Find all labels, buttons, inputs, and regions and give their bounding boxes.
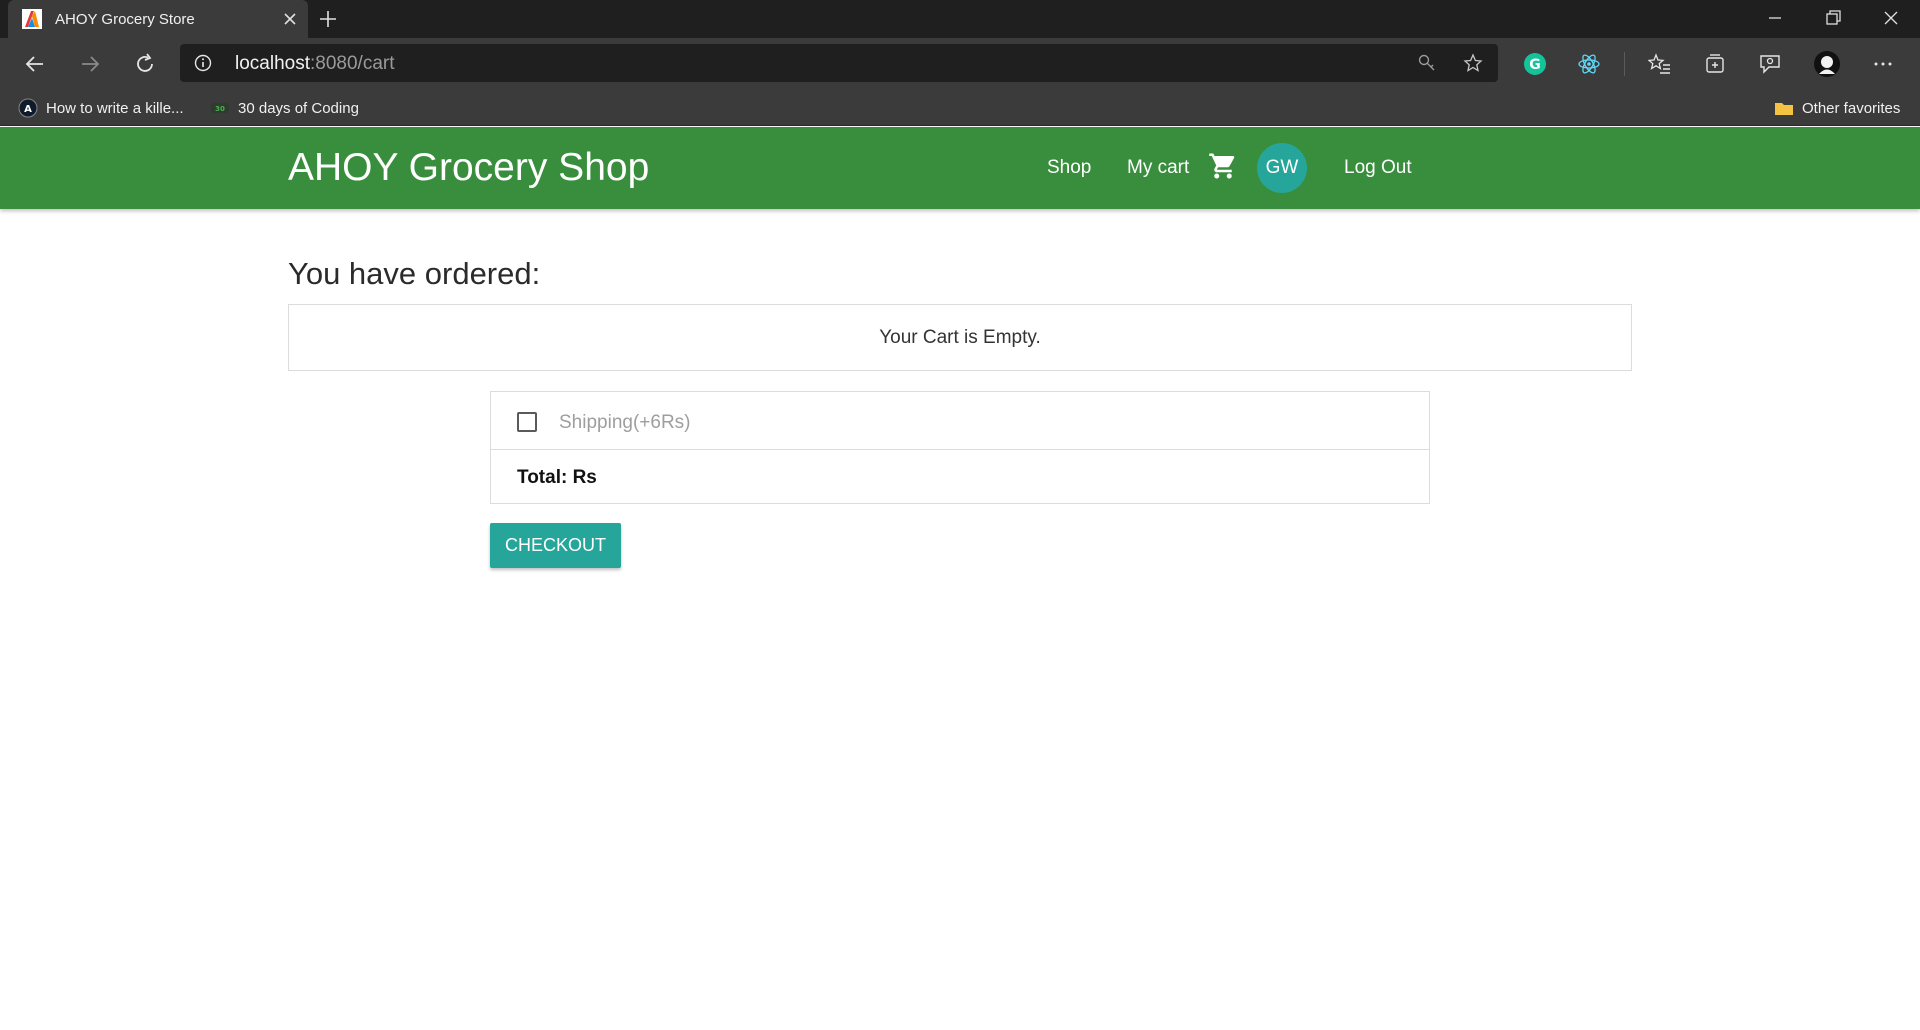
svg-text:30: 30	[215, 105, 225, 113]
tab-title: AHOY Grocery Store	[55, 11, 195, 28]
react-devtools-icon[interactable]	[1577, 52, 1601, 76]
bookmark-item[interactable]: A How to write a kille...	[18, 90, 184, 126]
other-favorites-label: Other favorites	[1802, 99, 1901, 117]
close-window-icon[interactable]	[1879, 6, 1903, 30]
cart-items-panel: Your Cart is Empty.	[288, 304, 1632, 371]
order-summary: Shipping(+6Rs) Total: Rs	[490, 391, 1430, 504]
url-path: :8080/cart	[310, 53, 395, 74]
back-arrow-icon[interactable]	[23, 52, 47, 76]
brand-logo[interactable]: AHOY Grocery Shop	[288, 146, 649, 190]
app-navbar: AHOY Grocery Shop Shop My cart GW Log Ou…	[0, 127, 1920, 209]
collections-icon[interactable]	[1703, 52, 1727, 76]
svg-text:G: G	[1529, 57, 1541, 73]
feedback-icon[interactable]	[1758, 52, 1782, 76]
logout-link[interactable]: Log Out	[1344, 157, 1412, 179]
total-label: Total: Rs	[517, 467, 597, 488]
shipping-row: Shipping(+6Rs)	[491, 392, 1429, 450]
folder-icon	[1775, 103, 1793, 115]
bookmark-30-icon: 30	[211, 103, 229, 113]
reload-icon[interactable]	[133, 52, 157, 76]
shipping-checkbox[interactable]	[517, 412, 537, 432]
checkout-button[interactable]: CHECKOUT	[490, 523, 621, 568]
svg-text:A: A	[24, 104, 32, 115]
address-bar[interactable]: localhost:8080/cart	[180, 44, 1498, 82]
info-icon[interactable]	[194, 54, 212, 72]
profile-icon[interactable]	[1813, 50, 1841, 78]
bookmark-item[interactable]: 30 30 days of Coding	[210, 90, 359, 126]
bookmark-a-icon: A	[18, 98, 38, 118]
more-icon[interactable]	[1871, 52, 1895, 76]
user-avatar[interactable]: GW	[1257, 143, 1307, 193]
bookmark-label: How to write a kille...	[46, 99, 184, 117]
nav-shop-link[interactable]: Shop	[1047, 157, 1091, 179]
close-tab-icon[interactable]	[280, 9, 300, 29]
restore-icon[interactable]	[1821, 6, 1845, 30]
grammarly-icon[interactable]: G	[1523, 52, 1547, 76]
page-heading: You have ordered:	[288, 256, 541, 291]
forward-arrow-icon[interactable]	[78, 52, 102, 76]
other-favorites[interactable]: Other favorites	[1774, 90, 1900, 126]
key-icon[interactable]	[1417, 53, 1437, 73]
favorites-list-icon[interactable]	[1648, 52, 1672, 76]
minimize-icon[interactable]	[1763, 6, 1787, 30]
shopping-cart-icon[interactable]	[1208, 151, 1238, 181]
new-tab-icon[interactable]	[318, 9, 338, 29]
browser-tab[interactable]: AHOY Grocery Store	[8, 0, 308, 38]
shipping-label[interactable]: Shipping(+6Rs)	[559, 412, 691, 434]
url-host: localhost	[235, 53, 310, 74]
avatar-initials: GW	[1265, 157, 1299, 178]
adobe-favicon-icon	[22, 9, 42, 29]
browser-tab-strip: AHOY Grocery Store	[0, 0, 1920, 38]
browser-toolbar: localhost:8080/cart G	[0, 38, 1920, 90]
empty-cart-message: Your Cart is Empty.	[879, 326, 1041, 348]
bookmark-label: 30 days of Coding	[238, 99, 359, 117]
bookmarks-bar: A How to write a kille... 30 30 days of …	[0, 90, 1920, 126]
url-text[interactable]: localhost:8080/cart	[235, 53, 395, 75]
nav-my-cart-link[interactable]: My cart	[1127, 157, 1189, 179]
star-icon[interactable]	[1463, 53, 1483, 73]
toolbar-separator	[1624, 52, 1625, 76]
